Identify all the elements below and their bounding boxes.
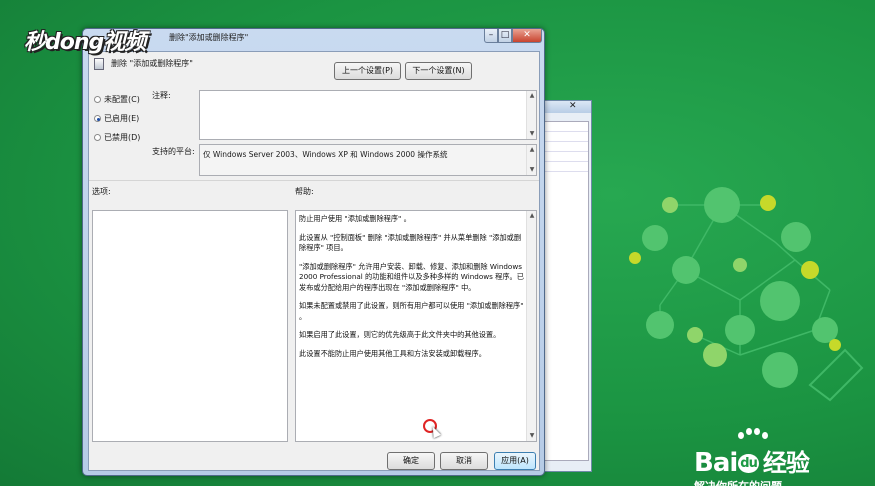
radio-icon (94, 96, 101, 103)
radio-disabled[interactable]: 已禁用(D) (94, 132, 140, 143)
setting-title: 删除 "添加或删除程序" (111, 59, 193, 68)
help-pane[interactable]: 防止用户使用 "添加或删除程序" 。 此设置从 "控制面板" 删除 "添加或删除… (295, 210, 537, 442)
close-button[interactable]: ✕ (512, 29, 542, 43)
supported-platform-label: 支持的平台: (152, 147, 195, 156)
radio-selected-icon (94, 115, 101, 122)
platform-scrollbar[interactable]: ▲ ▼ (526, 145, 536, 175)
dialog-client: 删除 "添加或删除程序" 上一个设置(P) 下一个设置(N) 未配置(C) 已启… (88, 51, 540, 471)
baidu-jingyan-logo: Bai du 经验 (694, 448, 810, 478)
radio-icon (94, 134, 101, 141)
list-item (542, 162, 588, 172)
help-text: 防止用户使用 "添加或删除程序" 。 此设置从 "控制面板" 删除 "添加或删除… (299, 214, 527, 367)
comment-scrollbar[interactable]: ▲ ▼ (526, 91, 536, 139)
help-paragraph: 防止用户使用 "添加或删除程序" 。 (299, 214, 411, 223)
radio-not-configured[interactable]: 未配置(C) (94, 94, 140, 105)
help-label: 帮助: (295, 187, 314, 196)
previous-setting-button[interactable]: 上一个设置(P) (334, 62, 401, 80)
apply-button[interactable]: 应用(A) (494, 452, 536, 470)
scroll-down-icon[interactable]: ▼ (528, 166, 536, 174)
scroll-down-icon[interactable]: ▼ (528, 130, 536, 138)
divider (89, 180, 539, 181)
lightbulb-illustration (629, 187, 864, 402)
cancel-button[interactable]: 取消 (440, 452, 488, 470)
policy-icon (94, 58, 104, 70)
options-pane (92, 210, 288, 442)
close-icon[interactable]: ✕ (569, 101, 579, 112)
help-paragraph: 此设置从 "控制面板" 删除 "添加或删除程序" 并从菜单删除 "添加或删除程序… (299, 232, 522, 253)
help-paragraph: 如果启用了此设置，则它的优先级高于此文件夹中的其他设置。 (299, 330, 501, 339)
scroll-up-icon[interactable]: ▲ (528, 92, 536, 100)
background-window-list (541, 121, 589, 461)
ok-button[interactable]: 确定 (387, 452, 435, 470)
baidu-slogan: 解决你所在的问题 (694, 478, 782, 486)
scroll-up-icon[interactable]: ▲ (528, 212, 536, 220)
supported-platform-field: 仅 Windows Server 2003、Windows XP 和 Windo… (199, 144, 537, 176)
policy-setting-dialog: 删除"添加或删除程序" – □ ✕ 删除 "添加或删除程序" 上一个设置(P) … (82, 28, 545, 476)
list-item (542, 122, 588, 132)
help-paragraph: 如果未配置或禁用了此设置，则所有用户都可以使用 "添加或删除程序" 。 (299, 301, 524, 321)
list-item (542, 142, 588, 152)
minimize-button[interactable]: – (484, 29, 498, 43)
watermark-logo: 秒dong视频 (24, 30, 146, 55)
next-setting-button[interactable]: 下一个设置(N) (405, 62, 472, 80)
list-item (542, 152, 588, 162)
supported-platform-value: 仅 Windows Server 2003、Windows XP 和 Windo… (203, 150, 448, 159)
dialog-titlebar: 删除"添加或删除程序" – □ ✕ (83, 29, 544, 47)
comment-label: 注释: (152, 91, 171, 100)
scroll-down-icon[interactable]: ▼ (528, 432, 536, 440)
dialog-title: 删除"添加或删除程序" (169, 33, 249, 42)
help-paragraph: 此设置不能防止用户使用其他工具和方法安装或卸载程序。 (299, 348, 486, 358)
list-item (542, 132, 588, 142)
maximize-button[interactable]: □ (498, 29, 512, 43)
scroll-up-icon[interactable]: ▲ (528, 146, 536, 154)
help-scrollbar[interactable]: ▲ ▼ (526, 211, 536, 441)
help-paragraph: "添加或删除程序" 允许用户安装、卸载、修复、添加和删除 Windows 200… (299, 261, 524, 292)
radio-enabled[interactable]: 已启用(E) (94, 113, 139, 124)
options-label: 选项: (92, 187, 111, 196)
comment-textarea[interactable]: ▲ ▼ (199, 90, 537, 140)
